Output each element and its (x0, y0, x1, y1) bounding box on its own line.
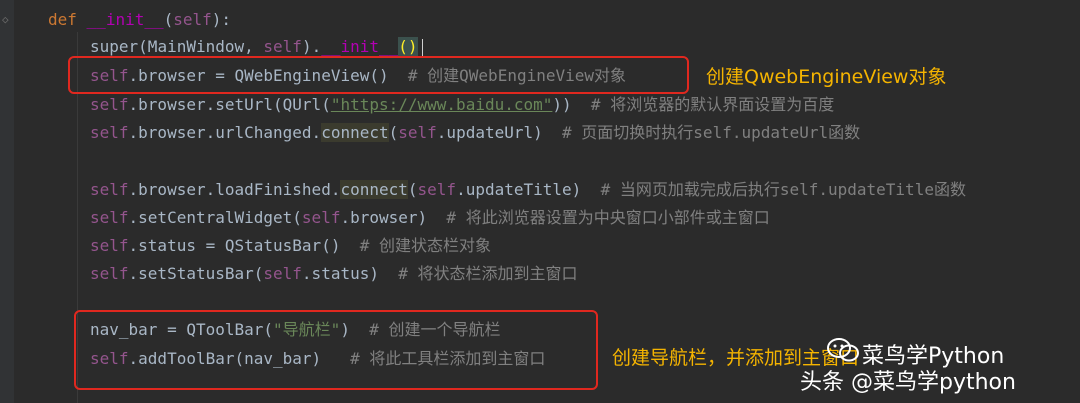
self-keyword: self (90, 208, 129, 227)
code-text: .browser.urlChanged. (128, 123, 322, 142)
code-line-load-finished[interactable]: self.browser.loadFinished.connect(self.u… (90, 180, 966, 200)
code-text: .setStatusBar( (128, 264, 264, 283)
code-comment: # 将此浏览器设置为中央窗口小部件或主窗口 (446, 208, 770, 227)
wechat-logo-icon (827, 338, 859, 362)
code-text: .setCentralWidget( (128, 208, 302, 227)
self-keyword: self (173, 10, 212, 29)
code-comment: # 将状态栏添加到主窗口 (398, 264, 578, 283)
code-comment: # 当网页加载完成后执行self.updateTitle函数 (600, 180, 966, 199)
self-keyword: self (90, 123, 129, 142)
code-text: ). (301, 37, 322, 56)
code-line-set-url[interactable]: self.browser.setUrl(QUrl("https://www.ba… (90, 95, 834, 115)
keyword-def: def (48, 10, 77, 29)
code-comment: # 将浏览器的默认界面设置为百度 (590, 95, 835, 114)
code-text: (MainWindow, (138, 37, 264, 56)
code-text: .status) (301, 264, 379, 283)
self-keyword: self (263, 264, 302, 283)
self-keyword: self (417, 180, 457, 199)
editor-gutter (0, 0, 14, 403)
code-line-url-changed[interactable]: self.browser.urlChanged.connect(self.upd… (90, 123, 860, 143)
self-keyword: self (301, 208, 341, 227)
code-comment: # 页面切换时执行self.updateUrl函数 (562, 123, 861, 142)
code-editor[interactable]: ◇ def __init__(self): super(MainWindow, … (0, 0, 1080, 403)
code-text: ( (407, 180, 418, 199)
url-string[interactable]: "https://www.baidu.com" (331, 95, 553, 114)
code-line-set-status-bar[interactable]: self.setStatusBar(self.status) # 将状态栏添加到… (90, 264, 578, 284)
self-keyword: self (90, 236, 129, 255)
function-name: __init__ (86, 10, 164, 29)
fold-icon[interactable]: ◇ (2, 13, 9, 26)
matched-paren: () (398, 37, 418, 56)
code-text: ( (388, 123, 399, 142)
code-text: .browser) (340, 208, 428, 227)
connect-method: connect (340, 180, 408, 199)
function-name: __init__ (321, 37, 399, 56)
code-text: .status = QStatusBar() (128, 236, 341, 255)
code-line-def[interactable]: def __init__(self): (48, 10, 231, 30)
paren: ( (163, 10, 174, 29)
code-line-status-create[interactable]: self.status = QStatusBar() # 创建状态栏对象 (90, 236, 491, 256)
self-keyword: self (398, 123, 437, 142)
self-keyword: self (90, 95, 129, 114)
highlight-box-navbar (74, 310, 598, 390)
code-text: .browser.loadFinished. (128, 180, 341, 199)
self-keyword: self (263, 37, 302, 56)
code-text: )) (552, 95, 572, 114)
text-caret (421, 38, 423, 57)
highlight-box-browser (68, 56, 689, 94)
code-line-central-widget[interactable]: self.setCentralWidget(self.browser) # 将此… (90, 208, 770, 228)
connect-method: connect (321, 123, 389, 142)
self-keyword: self (90, 264, 129, 283)
super-call: super (90, 37, 139, 56)
self-keyword: self (90, 180, 129, 199)
code-text: .browser.setUrl(QUrl( (128, 95, 331, 114)
code-line-super[interactable]: super(MainWindow, self).__init__() (90, 37, 423, 57)
code-comment: # 创建状态栏对象 (359, 236, 491, 255)
annotation-browser: 创建QwebEngineView对象 (706, 66, 947, 88)
code-text: .updateUrl) (436, 123, 543, 142)
code-text: .updateTitle) (456, 180, 582, 199)
watermark-toutiao: 头条 @菜鸟学python (800, 370, 1016, 395)
paren: ): (211, 10, 232, 29)
